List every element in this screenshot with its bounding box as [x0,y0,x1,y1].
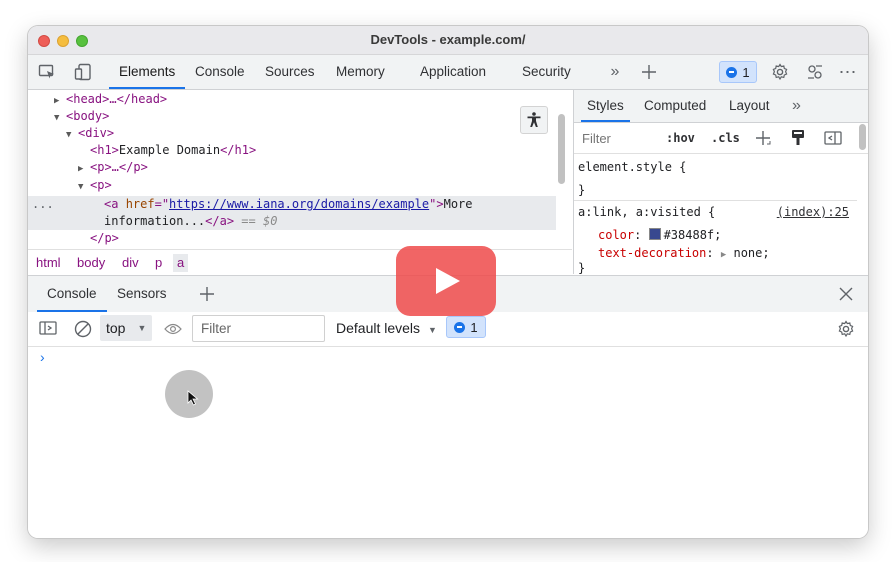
console-issues-badge[interactable]: 1 [446,316,486,338]
dom-node-head[interactable]: ▶ <head>…</head> [54,91,167,108]
breadcrumb-p[interactable]: p [151,254,166,272]
accessibility-person-icon [527,112,541,127]
drawer-tab-sensors[interactable]: Sensors [117,276,167,312]
execution-context-select[interactable]: top ▼ [100,315,152,341]
tab-elements[interactable]: Elements [108,55,186,89]
issues-badge[interactable]: 1 [719,61,757,83]
dom-scrollbar[interactable] [558,114,565,184]
selected-node-marker: == $0 [241,214,278,228]
dom-node-p-collapsed[interactable]: ▶ <p>…</p> [78,159,148,176]
styles-filter-input[interactable] [578,127,648,149]
close-drawer-icon[interactable] [839,287,853,304]
clear-console-icon[interactable] [74,320,92,341]
dom-node-p[interactable]: ▼ <p> [78,177,112,194]
tab-layout[interactable]: Layout [729,90,770,122]
tab-security[interactable]: Security [522,55,571,89]
add-drawer-tab-plus-icon[interactable] [199,286,215,305]
show-sidebar-icon[interactable] [39,320,57,339]
style-property-text-decoration[interactable]: text-decoration: ▶ none; [598,246,770,260]
window-title: DevTools - example.com/ [370,32,526,47]
hover-state-toggle[interactable]: :hov [666,131,695,145]
message-icon [454,321,466,333]
chevron-down-icon: ▼ [428,325,437,335]
tab-application[interactable]: Application [420,55,486,89]
tab-sources[interactable]: Sources [265,55,315,89]
rule-source-link[interactable]: (index):25 [777,205,849,219]
toggle-sidebar-icon[interactable] [824,130,842,149]
collapse-triangle-icon[interactable]: ▼ [54,110,66,127]
element-style-rule[interactable]: element.style { [578,160,686,174]
href-link[interactable]: https://www.iana.org/domains/example [169,197,429,211]
live-expression-eye-icon[interactable] [164,321,182,340]
console-settings-gear-icon[interactable] [837,320,855,341]
chevron-down-icon: ▼ [137,323,147,333]
tab-memory[interactable]: Memory [336,55,385,89]
more-options-icon[interactable]: ⋯ [839,62,857,82]
breadcrumb-a[interactable]: a [173,254,189,272]
more-tabs-chevron-icon[interactable]: » [606,63,624,81]
video-play-button[interactable] [396,246,496,316]
collapse-triangle-icon[interactable]: ▼ [78,179,90,196]
color-swatch[interactable] [648,228,661,240]
breadcrumb-html[interactable]: html [32,254,65,272]
customize-devtools-icon[interactable] [806,63,824,81]
dom-node-body[interactable]: ▼ <body> [54,108,109,125]
style-property-color[interactable]: color: #38488f; [598,228,721,242]
inspect-element-icon[interactable] [38,63,56,81]
dom-node-a-cont[interactable]: information...</a> == $0 [104,213,277,230]
settings-gear-icon[interactable] [771,63,789,81]
console-output[interactable]: › [28,347,868,538]
dom-node-a[interactable]: <a href="https://www.iana.org/domains/ex… [104,196,473,213]
tab-console[interactable]: Console [195,55,245,89]
rule-close: } [578,261,586,275]
dom-node-p-close[interactable]: </p> [90,230,119,247]
accessibility-tree-button[interactable] [520,106,548,134]
styles-tabs: Styles Computed Layout » [574,90,868,123]
class-toggle[interactable]: .cls [711,131,740,145]
styles-pane: Styles Computed Layout » :hov .cls eleme… [573,90,868,275]
add-tab-plus-icon[interactable] [640,63,658,81]
device-toolbar-icon[interactable] [74,63,92,81]
log-levels-dropdown[interactable]: Default levels ▼ [336,315,437,341]
drawer-tab-console[interactable]: Console [37,276,106,312]
styles-scrollbar[interactable] [859,124,866,150]
tab-computed[interactable]: Computed [644,90,706,122]
node-actions-ellipsis[interactable]: ... [32,196,54,213]
collapse-triangle-icon[interactable]: ▼ [66,127,78,144]
styles-filter-row: :hov .cls [574,123,868,154]
dom-node-div[interactable]: ▼ <div> [66,125,114,142]
new-style-rule-plus-icon[interactable] [754,129,772,150]
expand-triangle-icon[interactable]: ▶ [78,161,90,178]
message-icon [726,66,738,78]
more-panes-chevron-icon[interactable]: » [792,90,801,122]
tab-styles[interactable]: Styles [581,90,630,122]
element-style-close: } [578,183,586,197]
mouse-pointer-icon [187,390,199,409]
rule-selector[interactable]: a:link, a:visited { [578,205,715,219]
breadcrumb-div[interactable]: div [118,254,143,272]
console-filter-input[interactable]: Filter [192,315,325,342]
console-prompt-chevron-icon: › [40,349,45,365]
title-bar: DevTools - example.com/ [28,26,868,55]
issues-count: 1 [742,64,750,80]
dom-tree-panel: ▶ <head>…</head> ▼ <body> ▼ <div> <h1>Examp… [28,90,565,248]
breadcrumb-body[interactable]: body [73,254,109,272]
computed-styles-paint-icon[interactable] [790,129,806,150]
console-toolbar: top ▼ Filter Default levels ▼ 1 [28,312,868,347]
dom-node-h1[interactable]: <h1>Example Domain</h1> [90,142,256,159]
expand-triangle-icon[interactable]: ▶ [721,250,726,260]
main-toolbar: Elements Console Sources Memory Applicat… [28,55,868,90]
